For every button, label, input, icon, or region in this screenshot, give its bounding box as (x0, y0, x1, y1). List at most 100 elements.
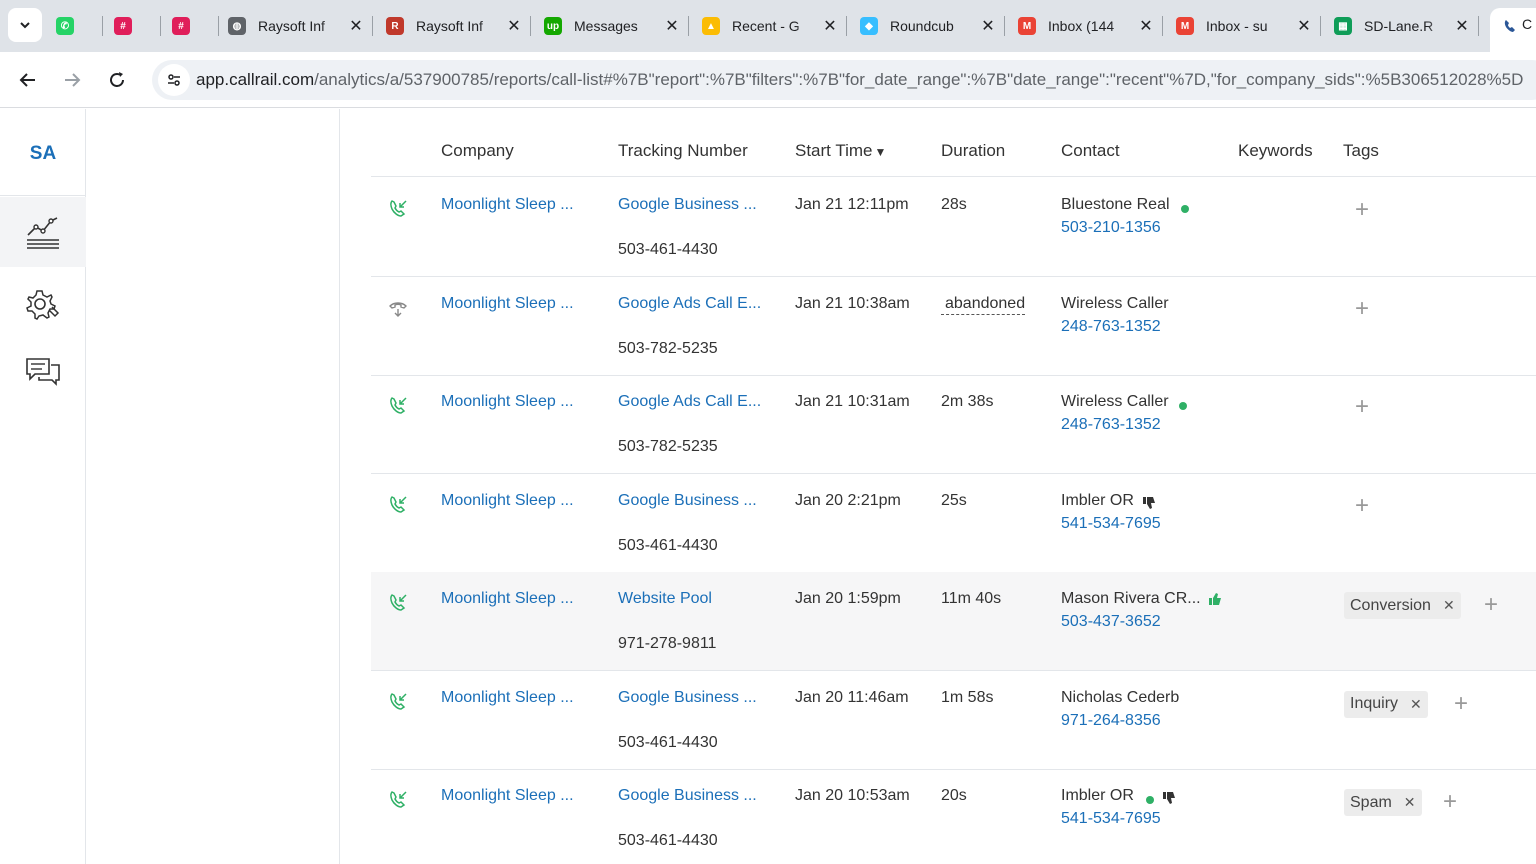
globe-icon: ◍ (228, 17, 246, 35)
column-header-company[interactable]: Company (441, 141, 514, 161)
column-header-keywords[interactable]: Keywords (1238, 141, 1313, 161)
browser-toolbar: app.callrail.com/analytics/a/537900785/r… (0, 52, 1536, 108)
add-tag-button[interactable]: + (1352, 395, 1372, 419)
url-host: app.callrail.com (196, 70, 315, 89)
browser-tab[interactable]: # (114, 8, 152, 44)
table-row[interactable]: Moonlight Sleep ... Google Ads Call E... 5… (371, 375, 1536, 474)
table-row[interactable]: Moonlight Sleep ... Website Pool 971-278-9… (371, 572, 1536, 671)
contact-phone-link[interactable]: 541-534-7695 (1061, 810, 1161, 828)
column-header-tags[interactable]: Tags (1343, 141, 1379, 161)
remove-tag-icon[interactable]: ✕ (1404, 794, 1416, 811)
tracking-source-link[interactable]: Google Ads Call E... (618, 295, 766, 313)
arrow-left-icon (19, 73, 35, 87)
contact-phone-link[interactable]: 503-437-3652 (1061, 613, 1161, 631)
browser-tab[interactable]: # (172, 8, 210, 44)
browser-tab[interactable]: ▲ Recent - G ✕ (702, 8, 838, 44)
tracking-number: 503-461-4430 (618, 733, 718, 751)
column-header-contact[interactable]: Contact (1061, 141, 1120, 161)
remove-tag-icon[interactable]: ✕ (1410, 696, 1422, 713)
tab-separator (160, 16, 161, 36)
contact-phone-link[interactable]: 248-763-1352 (1061, 318, 1161, 336)
address-bar[interactable]: app.callrail.com/analytics/a/537900785/r… (152, 60, 1536, 100)
thumbs-up-icon[interactable] (1207, 591, 1223, 607)
browser-tab[interactable]: ◍ Raysoft Inf ✕ (228, 8, 364, 44)
account-initials[interactable]: SA (0, 143, 86, 165)
close-tab-icon[interactable]: ✕ (664, 16, 680, 36)
browser-tab[interactable]: ◆ Roundcub ✕ (860, 8, 996, 44)
roundcube-icon: ◆ (860, 17, 878, 35)
tag-label: Spam (1350, 793, 1392, 811)
company-link[interactable]: Moonlight Sleep ... (441, 196, 586, 214)
company-link[interactable]: Moonlight Sleep ... (441, 295, 586, 313)
tracking-source-link[interactable]: Google Business ... (618, 787, 766, 805)
tab-separator (846, 16, 847, 36)
inbound-call-icon (390, 495, 407, 513)
table-row[interactable]: Moonlight Sleep ... Google Business ... 50… (371, 474, 1536, 573)
company-link[interactable]: Moonlight Sleep ... (441, 492, 586, 510)
call-duration[interactable]: abandoned (941, 295, 1026, 315)
tracking-source-link[interactable]: Website Pool (618, 590, 766, 608)
tag-chip: Conversion ✕ (1344, 592, 1461, 619)
contact-phone-link[interactable]: 971-264-8356 (1061, 712, 1161, 730)
tab-title: Raysoft Inf (258, 18, 325, 34)
thumbs-down-icon[interactable] (1161, 790, 1177, 806)
close-tab-icon[interactable]: ✕ (822, 16, 838, 36)
close-tab-icon[interactable]: ✕ (1296, 16, 1312, 36)
remove-tag-icon[interactable]: ✕ (1443, 597, 1455, 614)
active-tab[interactable]: C (1490, 8, 1536, 52)
column-header-start-time[interactable]: Start Time ▼ (795, 141, 886, 161)
add-tag-button[interactable]: + (1352, 198, 1372, 222)
column-header-duration[interactable]: Duration (941, 141, 1005, 161)
browser-tab[interactable]: ▦ SD-Lane.R ✕ (1334, 8, 1470, 44)
tag-label: Conversion (1350, 596, 1431, 614)
call-duration: 1m 58s (941, 688, 994, 706)
add-tag-button[interactable]: + (1481, 593, 1501, 617)
nav-settings[interactable] (0, 269, 86, 339)
reload-icon (110, 72, 124, 87)
contact-phone-link[interactable]: 503-210-1356 (1061, 219, 1161, 237)
add-tag-button[interactable]: + (1352, 493, 1372, 517)
table-row[interactable]: Moonlight Sleep ... Google Business ... 50… (371, 769, 1536, 864)
company-link[interactable]: Moonlight Sleep ... (441, 787, 586, 805)
browser-tab[interactable]: up Messages ✕ (544, 8, 680, 44)
add-tag-button[interactable]: + (1352, 296, 1372, 320)
table-row[interactable]: Moonlight Sleep ... Google Business ... 50… (371, 671, 1536, 770)
thumbs-down-icon[interactable] (1141, 495, 1157, 511)
close-tab-icon[interactable]: ✕ (506, 16, 522, 36)
company-link[interactable]: Moonlight Sleep ... (441, 393, 586, 411)
table-row[interactable]: Moonlight Sleep ... Google Business ... 50… (371, 178, 1536, 277)
site-info-button[interactable] (158, 64, 190, 96)
back-button[interactable] (14, 66, 42, 94)
browser-tab[interactable]: ✆ (56, 8, 94, 44)
browser-tab[interactable]: M Inbox (144 ✕ (1018, 8, 1154, 44)
contact-name: Bluestone Real (1061, 196, 1170, 213)
tab-separator (530, 16, 531, 36)
drive-icon: ▲ (702, 17, 720, 35)
close-tab-icon[interactable]: ✕ (1138, 16, 1154, 36)
nav-analytics[interactable] (0, 197, 86, 267)
tracking-source-link[interactable]: Google Ads Call E... (618, 393, 766, 411)
reload-button[interactable] (103, 66, 131, 94)
company-link[interactable]: Moonlight Sleep ... (441, 689, 586, 707)
tab-title: Inbox (144 (1048, 18, 1115, 34)
close-tab-icon[interactable]: ✕ (1454, 16, 1470, 36)
company-link[interactable]: Moonlight Sleep ... (441, 590, 586, 608)
forward-button[interactable] (58, 66, 86, 94)
tracking-source-link[interactable]: Google Business ... (618, 492, 766, 510)
start-time: Jan 20 11:46am (795, 688, 909, 706)
nav-conversations[interactable] (0, 337, 86, 407)
tracking-source-link[interactable]: Google Business ... (618, 196, 766, 214)
browser-tab[interactable]: R Raysoft Inf ✕ (386, 8, 522, 44)
tab-search-dropdown[interactable] (8, 8, 42, 42)
table-row[interactable]: Moonlight Sleep ... Google Ads Call E... 5… (371, 277, 1536, 376)
tracking-source-link[interactable]: Google Business ... (618, 689, 766, 707)
close-tab-icon[interactable]: ✕ (980, 16, 996, 36)
contact-phone-link[interactable]: 541-534-7695 (1061, 515, 1161, 533)
browser-tab[interactable]: M Inbox - su ✕ (1176, 8, 1312, 44)
close-tab-icon[interactable]: ✕ (348, 16, 364, 36)
tracking-number: 503-461-4430 (618, 241, 718, 258)
contact-phone-link[interactable]: 248-763-1352 (1061, 416, 1161, 434)
add-tag-button[interactable]: + (1451, 691, 1471, 715)
add-tag-button[interactable]: + (1440, 790, 1460, 814)
column-header-tracking-number[interactable]: Tracking Number (618, 141, 748, 161)
